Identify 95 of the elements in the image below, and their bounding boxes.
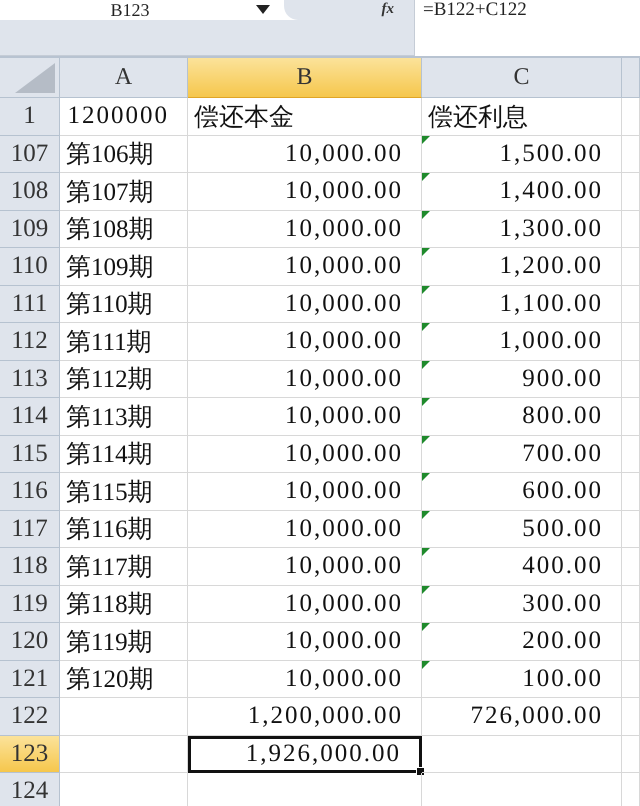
row-header[interactable]: 109 bbox=[0, 210, 60, 248]
table-cell: 10,000.00 bbox=[188, 323, 422, 360]
table-cell: 第112期 bbox=[60, 360, 188, 398]
table-cell: 第118期 bbox=[60, 586, 188, 623]
row-header[interactable]: 120 bbox=[0, 623, 60, 660]
table-cell: 1200000 bbox=[60, 98, 188, 136]
empty-cell bbox=[622, 323, 640, 360]
empty-cell bbox=[622, 473, 640, 510]
column-header[interactable]: C bbox=[422, 58, 622, 98]
empty-cell bbox=[622, 510, 640, 548]
row-header[interactable]: 116 bbox=[0, 473, 60, 510]
table-cell: 1,926,000.00 bbox=[188, 736, 422, 773]
empty-cell bbox=[622, 660, 640, 698]
row-header[interactable]: 115 bbox=[0, 436, 60, 473]
table-cell: 第119期 bbox=[60, 623, 188, 660]
table-cell: 第107期 bbox=[60, 173, 188, 210]
empty-cell bbox=[622, 210, 640, 248]
table-cell: 900.00 bbox=[422, 360, 622, 398]
table-cell: 第120期 bbox=[60, 660, 188, 698]
table-cell: 第114期 bbox=[60, 436, 188, 473]
empty-cell bbox=[622, 360, 640, 398]
empty-cell bbox=[622, 436, 640, 473]
empty-cell bbox=[622, 698, 640, 736]
table-cell: 第115期 bbox=[60, 473, 188, 510]
table-cell: 100.00 bbox=[422, 660, 622, 698]
empty-cell bbox=[622, 736, 640, 773]
row-header[interactable]: 124 bbox=[0, 773, 60, 806]
row-header[interactable]: 119 bbox=[0, 586, 60, 623]
row-header[interactable]: 122 bbox=[0, 698, 60, 736]
table-cell: 偿还本金 bbox=[188, 98, 422, 136]
table-cell: 1,300.00 bbox=[422, 210, 622, 248]
row-header[interactable]: 107 bbox=[0, 136, 60, 173]
table-cell: 10,000.00 bbox=[188, 286, 422, 323]
table-cell: 800.00 bbox=[422, 398, 622, 436]
table-cell: 10,000.00 bbox=[188, 660, 422, 698]
row-header[interactable]: 108 bbox=[0, 173, 60, 210]
table-cell: 1,200,000.00 bbox=[188, 698, 422, 736]
table-cell: 第109期 bbox=[60, 248, 188, 286]
table-cell: 700.00 bbox=[422, 436, 622, 473]
empty-cell bbox=[622, 548, 640, 586]
table-cell: 10,000.00 bbox=[188, 510, 422, 548]
empty-cell bbox=[622, 398, 640, 436]
table-cell: 10,000.00 bbox=[188, 210, 422, 248]
row-header[interactable]: 123 bbox=[0, 736, 60, 773]
row-header[interactable]: 121 bbox=[0, 660, 60, 698]
table-cell: 第113期 bbox=[60, 398, 188, 436]
table-cell: 第108期 bbox=[60, 210, 188, 248]
empty-cell bbox=[622, 136, 640, 173]
table-cell: 10,000.00 bbox=[188, 360, 422, 398]
row-header[interactable]: 112 bbox=[0, 323, 60, 360]
table-cell: 第116期 bbox=[60, 510, 188, 548]
dropdown-caret-icon[interactable] bbox=[256, 5, 270, 15]
table-cell: 10,000.00 bbox=[188, 248, 422, 286]
row-header[interactable]: 114 bbox=[0, 398, 60, 436]
table-cell: 200.00 bbox=[422, 623, 622, 660]
table-cell: 10,000.00 bbox=[188, 473, 422, 510]
empty-cell bbox=[622, 173, 640, 210]
row-header[interactable]: 113 bbox=[0, 360, 60, 398]
table-cell: 第117期 bbox=[60, 548, 188, 586]
table-cell: 400.00 bbox=[422, 548, 622, 586]
row-header[interactable]: 110 bbox=[0, 248, 60, 286]
table-cell: 10,000.00 bbox=[188, 398, 422, 436]
table-cell: 600.00 bbox=[422, 473, 622, 510]
insert-function-button[interactable]: fx bbox=[284, 0, 414, 20]
table-cell: 10,000.00 bbox=[188, 436, 422, 473]
table-cell: 300.00 bbox=[422, 586, 622, 623]
table-cell: 726,000.00 bbox=[422, 698, 622, 736]
table-cell: 10,000.00 bbox=[188, 136, 422, 173]
empty-cell bbox=[622, 623, 640, 660]
column-header[interactable]: B bbox=[188, 58, 422, 98]
row-header[interactable]: 111 bbox=[0, 286, 60, 323]
table-cell: 第111期 bbox=[60, 323, 188, 360]
empty-cell bbox=[622, 248, 640, 286]
table-cell: 10,000.00 bbox=[188, 586, 422, 623]
table-cell: 10,000.00 bbox=[188, 548, 422, 586]
column-header[interactable]: A bbox=[60, 58, 188, 98]
row-header[interactable]: 118 bbox=[0, 548, 60, 586]
table-cell: 1,000.00 bbox=[422, 323, 622, 360]
table-cell: 偿还利息 bbox=[422, 98, 622, 136]
name-box[interactable]: B123 bbox=[0, 0, 250, 20]
row-header[interactable]: 117 bbox=[0, 510, 60, 548]
empty-cell bbox=[622, 286, 640, 323]
table-cell: 1,100.00 bbox=[422, 286, 622, 323]
table-cell: 1,200.00 bbox=[422, 248, 622, 286]
row-header[interactable]: 1 bbox=[0, 98, 60, 136]
table-cell: 500.00 bbox=[422, 510, 622, 548]
table-cell: 10,000.00 bbox=[188, 173, 422, 210]
formula-field[interactable]: =B122+C122 bbox=[414, 0, 640, 56]
fill-handle[interactable] bbox=[416, 767, 425, 776]
table-cell: 1,400.00 bbox=[422, 173, 622, 210]
table-cell: 第110期 bbox=[60, 286, 188, 323]
table-cell: 1,500.00 bbox=[422, 136, 622, 173]
empty-cell bbox=[622, 586, 640, 623]
table-cell: 第106期 bbox=[60, 136, 188, 173]
table-cell: 10,000.00 bbox=[188, 623, 422, 660]
